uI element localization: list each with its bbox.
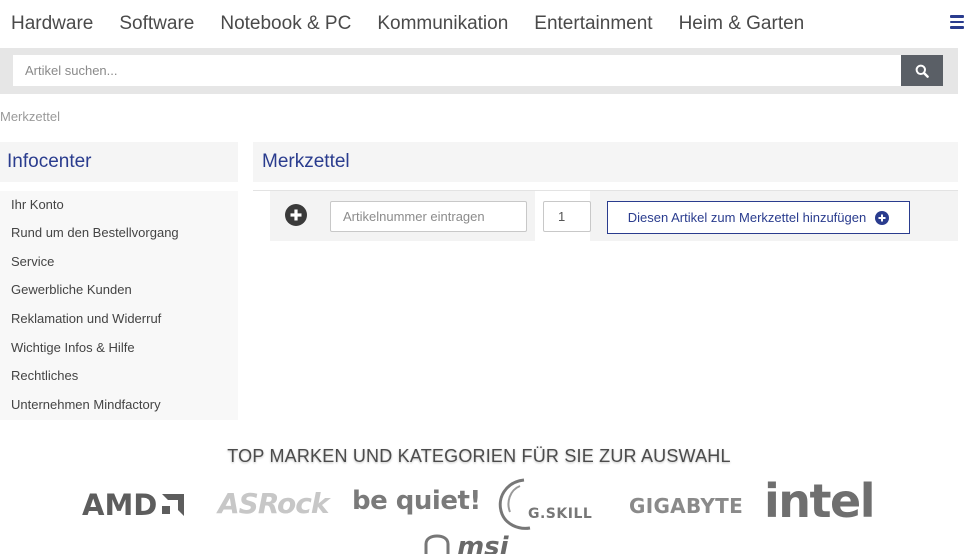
nav-item-kommunikation[interactable]: Kommunikation (377, 13, 508, 35)
sidebar-item-reklamation-widerruf[interactable]: Reklamation und Widerruf (11, 311, 161, 326)
brand-logo-intel[interactable]: intel (764, 474, 875, 528)
search-icon (915, 64, 929, 78)
amd-arrow-icon (162, 494, 185, 516)
nav-item-entertainment[interactable]: Entertainment (534, 13, 652, 35)
main-header: Merkzettel (253, 142, 958, 182)
nav-item-notebook-pc[interactable]: Notebook & PC (220, 13, 351, 35)
search-button[interactable] (901, 55, 943, 86)
brands-title: TOP MARKEN UND KATEGORIEN FÜR SIE ZUR AU… (227, 446, 731, 466)
main-navigation: Hardware Software Notebook & PC Kommunik… (0, 0, 958, 48)
nav-item-heim-garten[interactable]: Heim & Garten (679, 13, 805, 35)
brand-logo-msi[interactable]: msi (422, 534, 509, 554)
quantity-input[interactable] (543, 201, 591, 232)
gskill-swoosh-icon (498, 478, 531, 530)
sidebar-item-bestellvorgang[interactable]: Rund um den Bestellvorgang (11, 225, 179, 240)
add-to-wishlist-button[interactable]: Diesen Artikel zum Merkzettel hinzufügen (607, 201, 910, 234)
sidebar-item-gewerbliche-kunden[interactable]: Gewerbliche Kunden (11, 282, 132, 297)
search-bar (0, 48, 958, 94)
sidebar-item-rechtliches[interactable]: Rechtliches (11, 368, 78, 383)
add-button-label: Diesen Artikel zum Merkzettel hinzufügen (627, 210, 867, 225)
sidebar-item-wichtige-infos[interactable]: Wichtige Infos & Hilfe (11, 340, 135, 355)
plus-circle-icon (875, 210, 890, 225)
article-number-input[interactable] (330, 201, 527, 232)
sidebar-menu: Ihr Konto Rund um den Bestellvorgang Ser… (0, 191, 238, 420)
add-article-form: Diesen Artikel zum Merkzettel hinzufügen (253, 191, 958, 241)
sidebar-title: Infocenter (7, 151, 92, 172)
search-input[interactable] (13, 55, 902, 86)
brand-logo-asrock[interactable]: ASRock (218, 487, 329, 520)
sidebar-header: Infocenter (0, 142, 238, 182)
page-title: Merkzettel (262, 151, 350, 172)
nav-item-software[interactable]: Software (119, 13, 194, 35)
brand-logo-gskill[interactable]: G.SKILL (494, 476, 606, 534)
msi-dragon-icon (424, 534, 450, 554)
brand-logo-amd[interactable]: AMD (82, 488, 186, 522)
hamburger-menu-icon[interactable] (950, 15, 964, 29)
sidebar-item-unternehmen[interactable]: Unternehmen Mindfactory (11, 397, 161, 412)
plus-circle-icon[interactable] (285, 204, 307, 226)
brand-logo-be-quiet[interactable]: be quiet! (352, 486, 481, 516)
sidebar-item-service[interactable]: Service (11, 254, 54, 269)
nav-item-hardware[interactable]: Hardware (11, 13, 93, 35)
breadcrumb: Merkzettel (0, 109, 60, 124)
sidebar-item-ihr-konto[interactable]: Ihr Konto (11, 197, 64, 212)
brand-logo-gigabyte[interactable]: GIGABYTE (629, 494, 743, 518)
